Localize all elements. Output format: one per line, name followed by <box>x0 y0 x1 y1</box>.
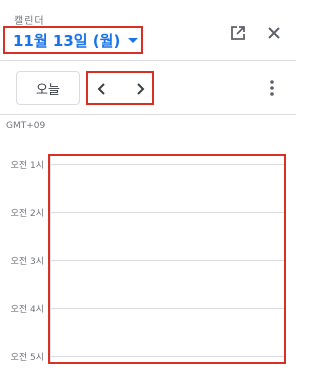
next-day-button[interactable] <box>130 79 150 99</box>
more-options-button[interactable] <box>260 76 284 100</box>
date-label: 11월 13일 (월) <box>13 31 121 50</box>
date-picker-button[interactable]: 11월 13일 (월) <box>3 26 143 54</box>
time-label: 오전 5시 <box>10 353 44 363</box>
time-label: 오전 4시 <box>10 305 44 315</box>
hour-gridline <box>50 356 284 357</box>
close-icon <box>268 27 280 39</box>
time-label: 오전 3시 <box>10 257 44 267</box>
chevron-right-icon <box>137 83 145 95</box>
day-schedule-grid[interactable] <box>48 154 286 364</box>
today-button[interactable]: 오늘 <box>16 71 80 105</box>
previous-day-button[interactable] <box>92 79 112 99</box>
header-divider <box>0 60 296 61</box>
chevron-left-icon <box>97 83 105 95</box>
timezone-label: GMT+09 <box>6 121 46 131</box>
toolbar-divider <box>0 114 296 115</box>
time-label: 오전 1시 <box>10 161 44 171</box>
open-in-new-tab-button[interactable] <box>226 21 250 45</box>
time-label: 오전 2시 <box>10 209 44 219</box>
hour-gridline <box>50 212 284 213</box>
date-navigation <box>86 71 154 105</box>
close-button[interactable] <box>262 21 286 45</box>
grid-vertical-line <box>50 156 51 362</box>
more-vert-icon <box>270 80 274 96</box>
hour-gridline <box>50 164 284 165</box>
app-label: 캘린더 <box>14 16 45 27</box>
hour-gridline <box>50 308 284 309</box>
hour-gridline <box>50 260 284 261</box>
open-in-new-icon <box>231 26 245 40</box>
caret-down-icon <box>128 37 139 43</box>
